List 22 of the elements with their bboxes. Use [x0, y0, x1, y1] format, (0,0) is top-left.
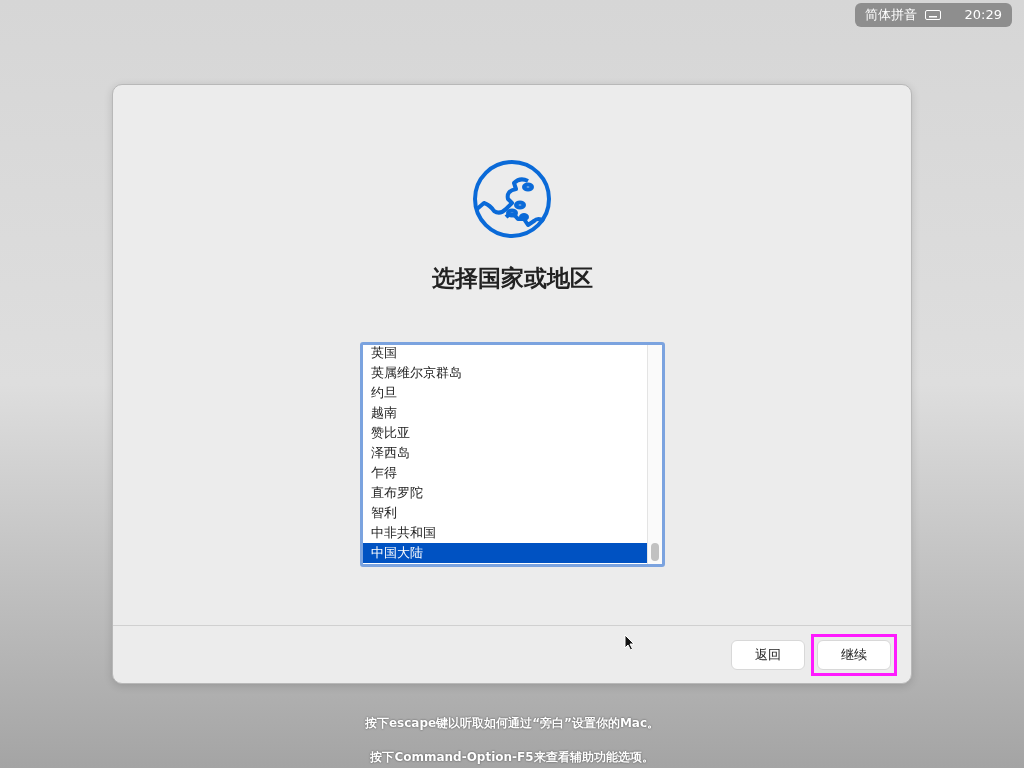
country-item[interactable]: 直布罗陀 [362, 482, 647, 503]
country-item[interactable]: 智利 [362, 502, 647, 523]
dialog-title: 选择国家或地区 [431, 264, 593, 293]
hint-text: 按下escape键以听取如何通过“旁白”设置你的Mac。 [363, 715, 661, 732]
country-item[interactable]: 越南 [362, 402, 647, 423]
country-item[interactable]: 约旦 [362, 382, 647, 403]
country-item[interactable]: 中非共和国 [362, 522, 647, 543]
scrollbar[interactable] [646, 344, 662, 564]
globe-icon [472, 159, 552, 239]
mouse-pointer-icon [624, 634, 635, 651]
back-button[interactable]: 返回 [731, 639, 805, 670]
keyboard-icon[interactable] [924, 10, 941, 20]
country-item[interactable]: 乍得 [362, 462, 647, 483]
country-item[interactable]: 泽西岛 [362, 442, 647, 463]
clock: 20:29 [964, 6, 1002, 25]
country-item[interactable]: 英属维尔京群岛 [362, 362, 647, 383]
continue-button[interactable]: 继续 [817, 639, 891, 670]
country-item[interactable]: 中国大陆 [362, 542, 647, 563]
country-item[interactable]: 英国 [362, 344, 647, 363]
country-item[interactable]: 赞比亚 [362, 422, 647, 443]
hint-text: 按下Command-Option-F5来查看辅助功能选项。 [369, 749, 655, 766]
scrollbar-thumb[interactable] [650, 542, 659, 561]
